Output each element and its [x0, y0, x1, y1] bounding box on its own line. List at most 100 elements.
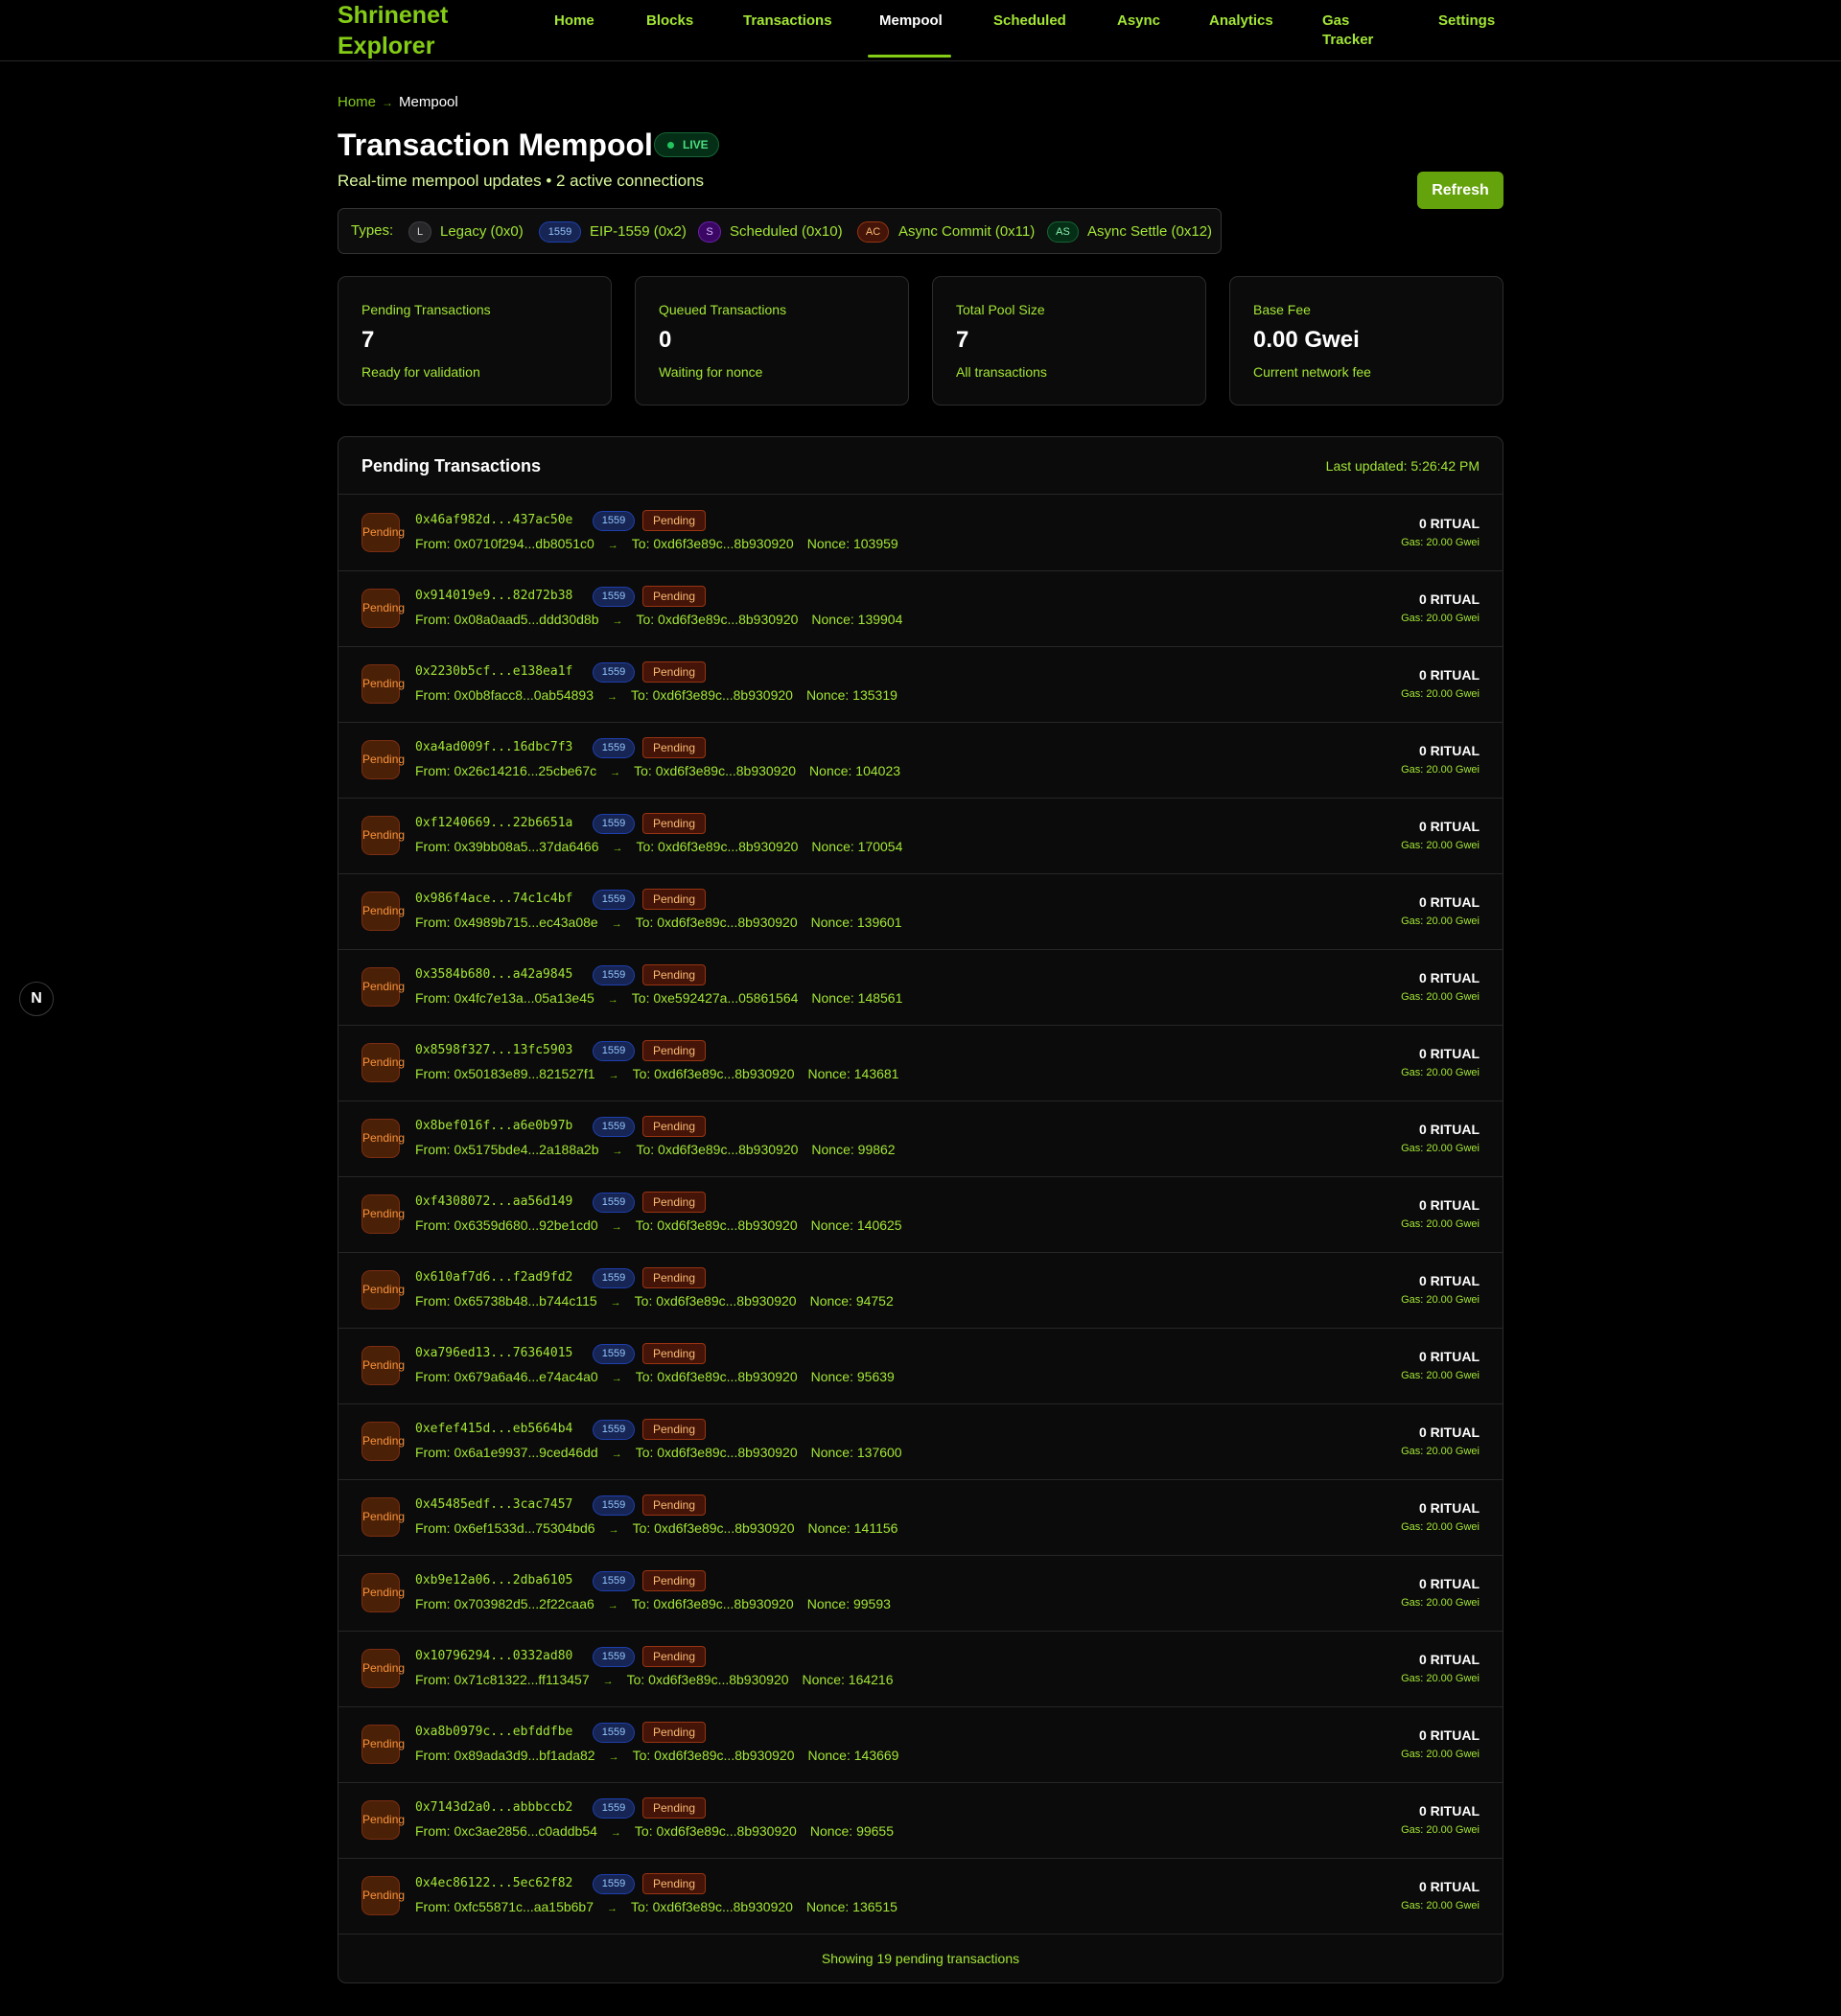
transaction-hash-link[interactable]: 0xefef415d...eb5664b4 [415, 1420, 572, 1439]
tx-to-address[interactable]: To: 0xd6f3e89c...8b930920 [635, 1823, 797, 1839]
transaction-hash-link[interactable]: 0x8598f327...13fc5903 [415, 1041, 572, 1060]
transaction-hash-link[interactable]: 0xf1240669...22b6651a [415, 814, 572, 833]
transaction-hash-link[interactable]: 0x914019e9...82d72b38 [415, 587, 572, 606]
tx-from-address[interactable]: From: 0x0b8facc8...0ab54893 [415, 687, 594, 703]
transaction-hash-link[interactable]: 0xa8b0979c...ebfddfbe [415, 1723, 572, 1742]
transaction-hash-link[interactable]: 0x3584b680...a42a9845 [415, 965, 572, 985]
stat-value: 7 [361, 327, 375, 353]
tx-from-address[interactable]: From: 0x0710f294...db8051c0 [415, 536, 594, 551]
tx-to-address[interactable]: To: 0xd6f3e89c...8b930920 [632, 536, 794, 551]
nav-gas-tracker[interactable]: Gas Tracker [1322, 12, 1380, 50]
tx-from-address[interactable]: From: 0x4989b715...ec43a08e [415, 915, 598, 930]
tx-to-address[interactable]: To: 0xd6f3e89c...8b930920 [636, 1142, 798, 1157]
tx-from-address[interactable]: From: 0x65738b48...b744c115 [415, 1293, 597, 1309]
transaction-row[interactable]: Pending 0x4ec86122...5ec62f82 1559 Pending F… [338, 1859, 1503, 1935]
stat-label: Queued Transactions [659, 302, 787, 317]
tx-to-address[interactable]: To: 0xd6f3e89c...8b930920 [632, 1596, 794, 1611]
tx-to-address[interactable]: To: 0xd6f3e89c...8b930920 [627, 1672, 789, 1687]
tx-from-address[interactable]: From: 0x08a0aad5...ddd30d8b [415, 612, 598, 627]
transaction-hash-link[interactable]: 0x46af982d...437ac50e [415, 511, 572, 530]
tx-from-address[interactable]: From: 0x26c14216...25cbe67c [415, 763, 596, 778]
tx-to-address[interactable]: To: 0xd6f3e89c...8b930920 [634, 763, 796, 778]
tx-from-address[interactable]: From: 0x5175bde4...2a188a2b [415, 1142, 598, 1157]
nav-settings[interactable]: Settings [1438, 12, 1495, 31]
transaction-hash-link[interactable]: 0x986f4ace...74c1c4bf [415, 890, 572, 909]
transaction-hash-link[interactable]: 0xf4308072...aa56d149 [415, 1193, 572, 1212]
tx-from-address[interactable]: From: 0x89ada3d9...bf1ada82 [415, 1748, 595, 1763]
tx-gas: Gas: 20.00 Gwei [1401, 1370, 1480, 1381]
tx-from-address[interactable]: From: 0x4fc7e13a...05a13e45 [415, 990, 594, 1006]
transaction-row[interactable]: Pending 0x8598f327...13fc5903 1559 Pending F… [338, 1026, 1503, 1101]
last-updated: Last updated: 5:26:42 PM [1325, 458, 1480, 474]
transaction-row[interactable]: Pending 0xf1240669...22b6651a 1559 Pending F… [338, 799, 1503, 874]
tx-from-address[interactable]: From: 0x679a6a46...e74ac4a0 [415, 1369, 598, 1384]
tx-to-address[interactable]: To: 0xd6f3e89c...8b930920 [636, 839, 798, 854]
dev-tools-badge[interactable]: N [19, 982, 54, 1016]
transaction-row[interactable]: Pending 0x3584b680...a42a9845 1559 Pending F… [338, 950, 1503, 1026]
transaction-hash-link[interactable]: 0x2230b5cf...e138ea1f [415, 662, 572, 682]
tx-nonce: Nonce: 148561 [811, 990, 903, 1006]
tx-to-address[interactable]: To: 0xd6f3e89c...8b930920 [636, 1445, 798, 1460]
tx-from-address[interactable]: From: 0x39bb08a5...37da6466 [415, 839, 598, 854]
tx-from-address[interactable]: From: 0x6ef1533d...75304bd6 [415, 1520, 595, 1536]
transaction-hash-link[interactable]: 0x610af7d6...f2ad9fd2 [415, 1268, 572, 1287]
breadcrumb-home[interactable]: Home [338, 94, 376, 110]
tx-to-address[interactable]: To: 0xd6f3e89c...8b930920 [633, 1066, 795, 1081]
tx-to-address[interactable]: To: 0xd6f3e89c...8b930920 [636, 612, 798, 627]
tx-from-address[interactable]: From: 0x6a1e9937...9ced46dd [415, 1445, 598, 1460]
nav-blocks[interactable]: Blocks [646, 12, 693, 31]
transaction-hash-link[interactable]: 0xa796ed13...76364015 [415, 1344, 572, 1363]
transaction-hash-link[interactable]: 0x45485edf...3cac7457 [415, 1495, 572, 1515]
tx-to-address[interactable]: To: 0xd6f3e89c...8b930920 [633, 1520, 795, 1536]
transaction-row[interactable]: Pending 0xa796ed13...76364015 1559 Pending F… [338, 1329, 1503, 1404]
tx-type-badge: 1559 [593, 814, 635, 834]
transaction-row[interactable]: Pending 0x2230b5cf...e138ea1f 1559 Pending F… [338, 647, 1503, 723]
transaction-row[interactable]: Pending 0x610af7d6...f2ad9fd2 1559 Pending F… [338, 1253, 1503, 1329]
transaction-hash-link[interactable]: 0xa4ad009f...16dbc7f3 [415, 738, 572, 757]
transaction-hash-link[interactable]: 0x7143d2a0...abbbccb2 [415, 1798, 572, 1818]
tx-from-address[interactable]: From: 0xfc55871c...aa15b6b7 [415, 1899, 594, 1914]
tx-to-address[interactable]: To: 0xd6f3e89c...8b930920 [631, 687, 793, 703]
transaction-row[interactable]: Pending 0x914019e9...82d72b38 1559 Pending F… [338, 571, 1503, 647]
tx-type-badge: 1559 [593, 1723, 635, 1743]
app-logo[interactable]: Shrinenet Explorer [338, 0, 510, 61]
transaction-hash-link[interactable]: 0x8bef016f...a6e0b97b [415, 1117, 572, 1136]
transaction-row[interactable]: Pending 0x46af982d...437ac50e 1559 Pending F… [338, 496, 1503, 571]
nav-home[interactable]: Home [554, 12, 594, 31]
tx-to-address[interactable]: To: 0xd6f3e89c...8b930920 [633, 1748, 795, 1763]
nav-transactions[interactable]: Transactions [743, 12, 832, 31]
nav-async[interactable]: Async [1117, 12, 1160, 31]
tx-from-address[interactable]: From: 0x703982d5...2f22caa6 [415, 1596, 594, 1611]
async-commit-type-label: Async Commit (0x11) [898, 223, 1036, 240]
nav-scheduled[interactable]: Scheduled [993, 12, 1066, 31]
transaction-hash-link[interactable]: 0x4ec86122...5ec62f82 [415, 1874, 572, 1893]
tx-to-address[interactable]: To: 0xd6f3e89c...8b930920 [631, 1899, 793, 1914]
nav-analytics[interactable]: Analytics [1209, 12, 1273, 31]
transaction-row[interactable]: Pending 0x7143d2a0...abbbccb2 1559 Pending F… [338, 1783, 1503, 1859]
transaction-row[interactable]: Pending 0xa8b0979c...ebfddfbe 1559 Pending F… [338, 1707, 1503, 1783]
transaction-row[interactable]: Pending 0x8bef016f...a6e0b97b 1559 Pending F… [338, 1101, 1503, 1177]
transaction-row[interactable]: Pending 0x10796294...0332ad80 1559 Pending F… [338, 1632, 1503, 1707]
tx-from-address[interactable]: From: 0xc3ae2856...c0addb54 [415, 1823, 597, 1839]
tx-to-address[interactable]: To: 0xd6f3e89c...8b930920 [635, 1293, 797, 1309]
tx-from-address[interactable]: From: 0x71c81322...ff113457 [415, 1672, 590, 1687]
tx-to-address[interactable]: To: 0xd6f3e89c...8b930920 [636, 915, 798, 930]
tx-to-address[interactable]: To: 0xe592427a...05861564 [632, 990, 799, 1006]
transaction-row[interactable]: Pending 0x45485edf...3cac7457 1559 Pending F… [338, 1480, 1503, 1556]
nav-mempool[interactable]: Mempool [879, 12, 943, 31]
tx-from-address[interactable]: From: 0x50183e89...821527f1 [415, 1066, 595, 1081]
transaction-row[interactable]: Pending 0xefef415d...eb5664b4 1559 Pending F… [338, 1404, 1503, 1480]
refresh-button[interactable]: Refresh [1417, 172, 1503, 209]
transaction-row[interactable]: Pending 0xb9e12a06...2dba6105 1559 Pending F… [338, 1556, 1503, 1632]
arrow-right-icon: → [611, 918, 622, 930]
tx-from-address[interactable]: From: 0x6359d680...92be1cd0 [415, 1217, 598, 1233]
tx-to-address[interactable]: To: 0xd6f3e89c...8b930920 [636, 1369, 798, 1384]
transaction-hash-link[interactable]: 0xb9e12a06...2dba6105 [415, 1571, 572, 1590]
arrow-right-icon: → [611, 1221, 622, 1233]
tx-nonce: Nonce: 140625 [810, 1217, 902, 1233]
tx-to-address[interactable]: To: 0xd6f3e89c...8b930920 [636, 1217, 798, 1233]
transaction-row[interactable]: Pending 0xf4308072...aa56d149 1559 Pending F… [338, 1177, 1503, 1253]
transaction-row[interactable]: Pending 0x986f4ace...74c1c4bf 1559 Pending F… [338, 874, 1503, 950]
transaction-row[interactable]: Pending 0xa4ad009f...16dbc7f3 1559 Pending F… [338, 723, 1503, 799]
transaction-hash-link[interactable]: 0x10796294...0332ad80 [415, 1647, 572, 1666]
